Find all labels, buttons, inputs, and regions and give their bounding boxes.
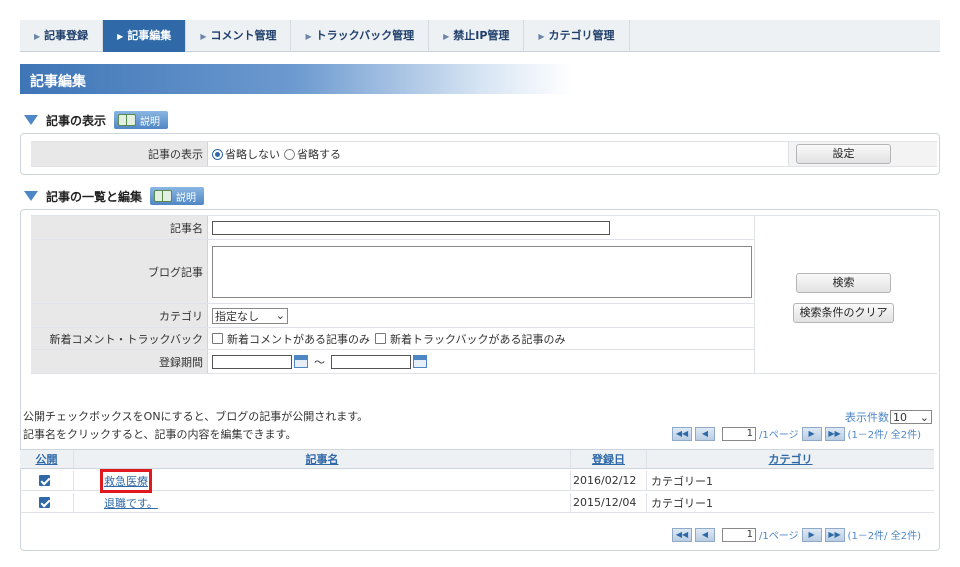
- next-page-icon[interactable]: ▶: [801, 527, 822, 542]
- col-date[interactable]: 登録日: [571, 450, 647, 468]
- pager-bottom: ◀◀ ◀ 1 /1ページ ▶ ▶▶ (1－2件/ 全2件): [672, 527, 921, 542]
- table-header: 公開 記事名 登録日 カテゴリ: [20, 449, 934, 469]
- tab-banned-ip[interactable]: ▶ 禁止IP管理: [429, 20, 525, 52]
- date-cell: 2015/12/04: [571, 493, 647, 512]
- title-row: 記事名: [31, 216, 754, 240]
- display-options: 省略しない 省略する: [208, 142, 788, 166]
- category-row: カテゴリ 指定なし ⌄: [31, 304, 754, 328]
- table-row: 退職です。 2015/12/04 カテゴリー1: [20, 493, 934, 513]
- chevron-down-icon: ⌄: [275, 309, 285, 322]
- last-page-icon[interactable]: ▶▶: [824, 527, 845, 542]
- clear-search-button[interactable]: 検索条件のクリア: [793, 303, 894, 323]
- triangle-icon: ▶: [34, 32, 41, 41]
- tab-trackback-management[interactable]: ▶ トラックバック管理: [291, 20, 430, 52]
- triangle-icon: ▶: [443, 32, 450, 41]
- help-button[interactable]: 説明: [150, 187, 205, 205]
- page-input[interactable]: 1: [722, 527, 756, 542]
- period-end-input[interactable]: [331, 354, 411, 369]
- col-title[interactable]: 記事名: [74, 450, 571, 468]
- list-section-title: 記事の一覧と編集 説明: [24, 186, 205, 206]
- title-cell: 退職です。: [74, 493, 571, 512]
- prev-page-icon[interactable]: ◀: [695, 527, 715, 542]
- new-row: 新着コメント・トラックバック 新着コメントがある記事のみ 新着トラックバックがあ…: [31, 328, 754, 350]
- page-input[interactable]: 1: [722, 426, 756, 441]
- page-title: 記事編集: [30, 74, 86, 90]
- tab-comment-management[interactable]: ▶ コメント管理: [186, 20, 292, 52]
- title-value: [208, 216, 610, 239]
- title-label: 記事名: [31, 216, 208, 239]
- category-cell: カテゴリー1: [651, 474, 713, 488]
- search-buttons-cell: [754, 216, 937, 374]
- body-label: ブログ記事: [31, 240, 208, 303]
- period-value: ～: [208, 350, 427, 373]
- period-row: 登録期間 ～: [31, 350, 754, 374]
- calendar-icon[interactable]: [413, 355, 427, 368]
- prev-page-icon[interactable]: ◀: [695, 426, 715, 441]
- category-select[interactable]: 指定なし ⌄: [212, 307, 288, 324]
- display-settings-box: 記事の表示 省略しない 省略する 設定: [20, 133, 940, 175]
- col-public[interactable]: 公開: [20, 450, 74, 468]
- category-value: 指定なし ⌄: [208, 304, 288, 327]
- category-cell: カテゴリー1: [651, 496, 713, 510]
- section-arrow-icon: [24, 191, 38, 201]
- new-value: 新着コメントがある記事のみ 新着トラックバックがある記事のみ: [208, 328, 565, 349]
- col-category[interactable]: カテゴリ: [647, 450, 934, 468]
- public-checkbox[interactable]: [39, 497, 50, 508]
- pager-top: ◀◀ ◀ 1 /1ページ ▶ ▶▶ (1－2件/ 全2件): [672, 426, 921, 441]
- triangle-icon: ▶: [538, 32, 545, 41]
- section-arrow-icon: [24, 115, 38, 125]
- public-cell: [20, 493, 74, 512]
- note-public: 公開チェックボックスをONにすると、ブログの記事が公開されます。: [23, 410, 369, 423]
- tab-edit-article[interactable]: ▶ 記事編集: [103, 20, 187, 52]
- display-label: 記事の表示: [31, 142, 208, 166]
- search-button[interactable]: 検索: [796, 273, 891, 293]
- tab-category-management[interactable]: ▶ カテゴリ管理: [524, 20, 630, 52]
- display-section-title: 記事の表示 説明: [24, 110, 169, 130]
- period-start-input[interactable]: [212, 354, 292, 369]
- period-label: 登録期間: [31, 350, 208, 373]
- new-comment-checkbox[interactable]: [212, 333, 223, 344]
- triangle-icon: ▶: [305, 32, 312, 41]
- tab-new-article[interactable]: ▶ 記事登録: [20, 20, 104, 52]
- public-cell: [20, 471, 74, 490]
- article-title-link[interactable]: 退職です。: [104, 495, 158, 511]
- first-page-icon[interactable]: ◀◀: [672, 426, 692, 441]
- chevron-down-icon: ⌄: [919, 410, 929, 424]
- body-textarea[interactable]: [212, 245, 752, 298]
- book-icon: [154, 190, 173, 202]
- title-input[interactable]: [212, 220, 610, 235]
- last-page-icon[interactable]: ▶▶: [824, 426, 845, 441]
- article-title-link[interactable]: 救急医療: [100, 468, 152, 493]
- note-edit: 記事名をクリックすると、記事の内容を編集できます。: [23, 428, 297, 441]
- table-row: 救急医療 2016/02/12 カテゴリー1: [20, 468, 934, 493]
- first-page-icon[interactable]: ◀◀: [672, 527, 692, 542]
- new-trackback-checkbox[interactable]: [375, 333, 386, 344]
- public-checkbox[interactable]: [39, 475, 50, 486]
- per-page: 表示件数 10 ⌄: [845, 409, 932, 425]
- triangle-icon: ▶: [117, 32, 124, 41]
- new-label: 新着コメント・トラックバック: [31, 328, 208, 349]
- help-button[interactable]: 説明: [114, 111, 169, 129]
- calendar-icon[interactable]: [294, 355, 308, 368]
- per-page-select[interactable]: 10 ⌄: [890, 410, 932, 424]
- page-header: 記事編集: [20, 64, 940, 94]
- title-cell: 救急医療: [74, 468, 571, 493]
- date-cell: 2016/02/12: [571, 471, 647, 490]
- radio-abbrev[interactable]: [284, 148, 295, 160]
- book-icon: [118, 114, 137, 126]
- body-row: ブログ記事: [31, 240, 754, 304]
- body-value: [208, 240, 752, 303]
- triangle-icon: ▶: [200, 32, 207, 41]
- category-label: カテゴリ: [31, 304, 208, 327]
- tab-bar: ▶ 記事登録 ▶ 記事編集 ▶ コメント管理 ▶ トラックバック管理 ▶ 禁止IP管理 ▶…: [20, 20, 940, 52]
- set-button[interactable]: 設定: [796, 144, 891, 164]
- radio-no-abbrev[interactable]: [212, 148, 223, 160]
- next-page-icon[interactable]: ▶: [801, 426, 822, 441]
